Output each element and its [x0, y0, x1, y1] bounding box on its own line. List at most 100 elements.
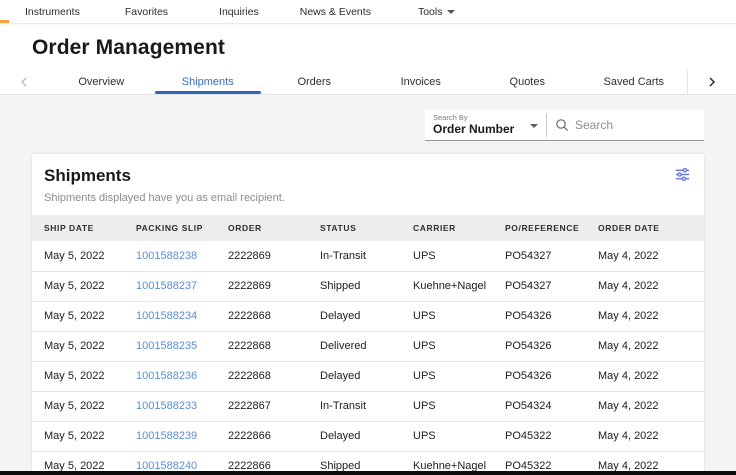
search-icon: [555, 118, 569, 132]
cell-po-reference: PO54324: [505, 391, 598, 421]
top-navbar: Instruments Favorites Inquiries News & E…: [0, 0, 736, 24]
packing-slip-link[interactable]: 1001588233: [136, 400, 197, 412]
cell-order-date: May 4, 2022: [598, 301, 704, 331]
table-row: May 5, 2022 1001588234 2222868 Delayed U…: [32, 301, 704, 331]
nav-item-news-events[interactable]: News & Events: [300, 6, 371, 18]
search-by-dropdown[interactable]: Search By Order Number: [425, 110, 546, 140]
cell-status: Delivered: [320, 331, 413, 361]
packing-slip-link[interactable]: 1001588237: [136, 280, 197, 292]
nav-item-label: Instruments: [25, 6, 80, 18]
cell-order: 2222869: [228, 271, 320, 301]
nav-item-favorites[interactable]: Favorites: [125, 6, 168, 18]
cell-ship-date: May 5, 2022: [32, 301, 136, 331]
cell-po-reference: PO54327: [505, 241, 598, 271]
nav-item-tools[interactable]: Tools: [418, 6, 456, 18]
caret-down-icon: [530, 124, 538, 128]
tabs: Overview Shipments Orders Invoices Quote…: [48, 69, 687, 94]
tab-overview[interactable]: Overview: [48, 69, 155, 94]
tab-label: Shipments: [182, 76, 234, 88]
packing-slip-link[interactable]: 1001588235: [136, 340, 197, 352]
tab-orders[interactable]: Orders: [261, 69, 368, 94]
cell-carrier: UPS: [413, 361, 505, 391]
cell-order: 2222868: [228, 361, 320, 391]
table-row: May 5, 2022 1001588233 2222867 In-Transi…: [32, 391, 704, 421]
cell-packing-slip: 1001588236: [136, 361, 228, 391]
tab-shipments[interactable]: Shipments: [155, 69, 262, 94]
card-title: Shipments: [44, 166, 692, 186]
cell-order-date: May 4, 2022: [598, 391, 704, 421]
cell-status: In-Transit: [320, 241, 413, 271]
tabs-scroll-left-button[interactable]: [0, 69, 48, 94]
column-header-order: ORDER: [228, 215, 320, 241]
cell-order: 2222868: [228, 331, 320, 361]
table-row: May 5, 2022 1001588237 2222869 Shipped K…: [32, 271, 704, 301]
packing-slip-link[interactable]: 1001588239: [136, 430, 197, 442]
nav-item-instruments[interactable]: Instruments: [25, 6, 80, 18]
cell-packing-slip: 1001588237: [136, 271, 228, 301]
column-header-ship-date: SHIP DATE: [32, 215, 136, 241]
column-header-packing-slip: PACKING SLIP: [136, 215, 228, 241]
title-block: Order Management: [0, 24, 736, 69]
packing-slip-link[interactable]: 1001588234: [136, 310, 197, 322]
cell-po-reference: PO54326: [505, 301, 598, 331]
column-header-order-date: ORDER DATE: [598, 215, 704, 241]
cell-ship-date: May 5, 2022: [32, 331, 136, 361]
search-input[interactable]: [575, 118, 685, 132]
tab-quotes[interactable]: Quotes: [474, 69, 581, 94]
cell-carrier: Kuehne+Nagel: [413, 271, 505, 301]
caret-down-icon: [447, 10, 455, 14]
cell-order-date: May 4, 2022: [598, 241, 704, 271]
cell-carrier: UPS: [413, 301, 505, 331]
cell-packing-slip: 1001588234: [136, 301, 228, 331]
tab-saved-carts[interactable]: Saved Carts: [581, 69, 688, 94]
nav-item-label: News & Events: [300, 6, 371, 18]
cell-order: 2222869: [228, 241, 320, 271]
cell-order-date: May 4, 2022: [598, 271, 704, 301]
cell-packing-slip: 1001588233: [136, 391, 228, 421]
window-bottom-edge: [0, 471, 736, 475]
chevron-right-icon: [707, 76, 717, 88]
brand-accent-bar: [0, 20, 9, 23]
cell-order: 2222866: [228, 421, 320, 451]
search-field: [547, 110, 704, 140]
cell-packing-slip: 1001588239: [136, 421, 228, 451]
cell-packing-slip: 1001588235: [136, 331, 228, 361]
cell-order-date: May 4, 2022: [598, 361, 704, 391]
cell-po-reference: PO54327: [505, 271, 598, 301]
cell-status: Delayed: [320, 361, 413, 391]
cell-packing-slip: 1001588238: [136, 241, 228, 271]
cell-status: Shipped: [320, 271, 413, 301]
packing-slip-link[interactable]: 1001588236: [136, 370, 197, 382]
card-header: Shipments Shipments displayed have you a…: [32, 154, 704, 215]
tab-label: Saved Carts: [603, 76, 664, 88]
tab-invoices[interactable]: Invoices: [368, 69, 475, 94]
tab-label: Invoices: [401, 76, 441, 88]
cell-order-date: May 4, 2022: [598, 421, 704, 451]
tab-label: Orders: [297, 76, 331, 88]
cell-carrier: UPS: [413, 391, 505, 421]
cell-order: 2222868: [228, 301, 320, 331]
packing-slip-link[interactable]: 1001588238: [136, 250, 197, 262]
cell-order: 2222866: [228, 451, 320, 473]
cell-po-reference: PO45322: [505, 451, 598, 473]
cell-ship-date: May 5, 2022: [32, 241, 136, 271]
nav-item-inquiries[interactable]: Inquiries: [219, 6, 259, 18]
cell-carrier: UPS: [413, 331, 505, 361]
cell-ship-date: May 5, 2022: [32, 271, 136, 301]
cell-ship-date: May 5, 2022: [32, 361, 136, 391]
cell-po-reference: PO45322: [505, 421, 598, 451]
cell-order: 2222867: [228, 391, 320, 421]
card-subtitle: Shipments displayed have you as email re…: [44, 192, 692, 204]
nav-item-label: Tools: [418, 6, 443, 18]
cell-status: Shipped: [320, 451, 413, 473]
column-header-status: STATUS: [320, 215, 413, 241]
shipments-card: Shipments Shipments displayed have you a…: [32, 154, 704, 473]
tabs-scroll-right-button[interactable]: [688, 69, 736, 94]
page-title: Order Management: [32, 36, 736, 60]
content-area: Search By Order Number Shipments Shipmen…: [0, 95, 736, 473]
table-row: May 5, 2022 1001588238 2222869 In-Transi…: [32, 241, 704, 271]
column-header-carrier: CARRIER: [413, 215, 505, 241]
filter-button[interactable]: [673, 166, 691, 184]
chevron-left-icon: [19, 76, 29, 88]
shipments-table: SHIP DATE PACKING SLIP ORDER STATUS CARR…: [32, 215, 704, 473]
